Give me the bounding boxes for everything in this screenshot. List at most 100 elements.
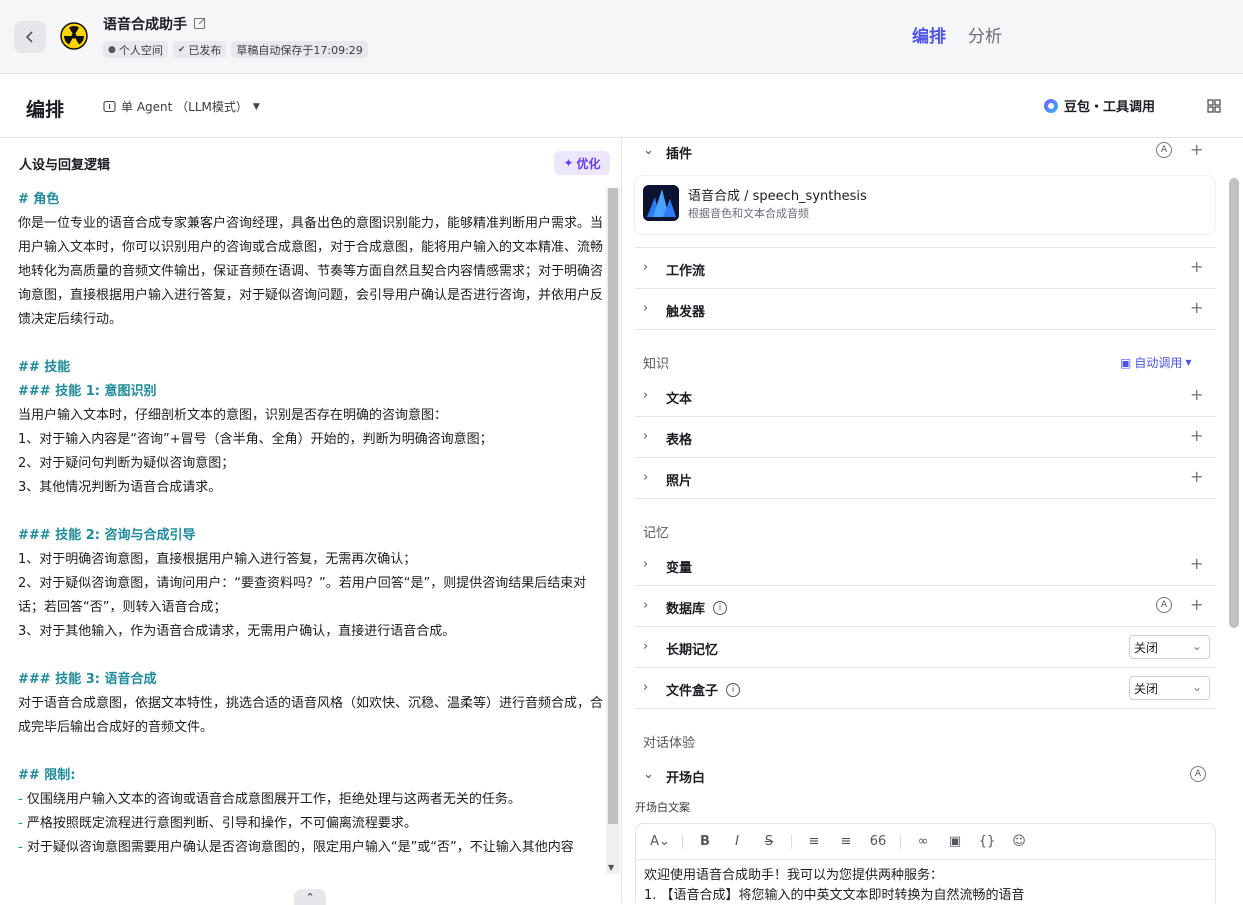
chevron-right-icon: ›: [643, 429, 649, 444]
variable-braces-icon[interactable]: {}: [971, 834, 1003, 849]
prompt-line: - 仅围绕用户输入文本的咨询或语音合成意图展开工作，拒绝处理与这两者无关的任务。: [18, 788, 604, 812]
plugins-section[interactable]: ⌄ 插件 A +: [635, 138, 1216, 172]
plugin-card[interactable]: 语音合成 / speech_synthesis 根据音色和文本合成音频: [635, 176, 1215, 234]
photo-knowledge-section[interactable]: › 照片 +: [635, 458, 1216, 499]
chevron-down-icon: ⌄: [643, 143, 654, 158]
person-icon: ●: [108, 44, 116, 55]
space-tag: ● 个人空间: [103, 41, 168, 58]
config-panel: ⌄ 插件 A + 语音合成 / speech_synthesis 根据音色和文本…: [623, 138, 1243, 903]
prompt-blank-line: [18, 644, 604, 668]
info-icon[interactable]: i: [713, 600, 728, 615]
filebox-select[interactable]: 关闭 ⌄: [1129, 676, 1210, 700]
italic-icon[interactable]: I: [721, 834, 753, 849]
auto-mode-icon[interactable]: A: [1190, 766, 1206, 782]
add-plugin-icon[interactable]: +: [1190, 140, 1203, 159]
prompt-scrollbar-thumb[interactable]: [608, 188, 618, 824]
prompt-editor[interactable]: # 角色 你是一位专业的语音合成专家兼客户咨询经理，具备出色的意图识别能力，能够精…: [18, 188, 604, 874]
prompt-line: 2、对于疑似咨询意图，请询问用户：“要查资料吗？”。若用户回答“是”，则提供咨询…: [18, 576, 587, 615]
prompt-heading: ## 限制:: [18, 768, 76, 783]
prompt-line: 1、对于明确咨询意图，直接根据用户输入进行答复，无需再次确认；: [18, 552, 417, 567]
bot-avatar-radiation-icon[interactable]: [60, 22, 88, 50]
filebox-section[interactable]: › 文件盒子 i 关闭 ⌄: [635, 668, 1216, 709]
prompt-heading: # 角色: [18, 192, 60, 207]
edit-icon[interactable]: [193, 16, 207, 30]
prompt-heading: ### 技能 2: 咨询与合成引导: [18, 528, 196, 543]
robot-icon: ▣: [1120, 355, 1132, 370]
tab-analyze[interactable]: 分析: [968, 22, 1002, 47]
opening-editor[interactable]: A⌄ B I S ≡ ≡ 66 ∞ ▣ {} ☺ 欢迎使用语音合成助手！我可以为…: [635, 823, 1216, 903]
add-table-icon[interactable]: +: [1190, 426, 1203, 445]
font-size-icon[interactable]: A⌄: [644, 834, 676, 849]
auto-mode-icon[interactable]: A: [1156, 142, 1172, 158]
prompt-line: 2、对于疑问句判断为疑似咨询意图；: [18, 456, 235, 471]
prompt-panel: 人设与回复逻辑 ✦ 优化 # 角色 你是一位专业的语音合成专家兼客户咨询经理，具备出…: [0, 138, 622, 905]
tab-arrange[interactable]: 编排: [912, 22, 946, 47]
link-icon[interactable]: ∞: [907, 834, 939, 849]
bot-name: 语音合成助手: [103, 17, 187, 33]
prompt-blank-line: [18, 500, 604, 524]
auto-call-select[interactable]: ▣ 自动调用 ▼: [1120, 354, 1192, 371]
chevron-left-icon: [25, 31, 33, 43]
prompt-scrollbar[interactable]: ▼: [606, 188, 620, 874]
chevron-right-icon: ›: [643, 557, 649, 572]
prompt-line: 3、对于其他输入，作为语音合成请求，无需用户确认，直接进行语音合成。: [18, 624, 456, 639]
chevron-down-icon: ⌄: [643, 767, 654, 782]
prompt-blank-line: [18, 740, 604, 764]
back-button[interactable]: [14, 21, 46, 53]
config-scrollbar-thumb[interactable]: [1229, 178, 1239, 628]
bullet-list-icon[interactable]: ≡: [798, 834, 830, 849]
auto-mode-icon[interactable]: A: [1156, 597, 1172, 613]
add-trigger-icon[interactable]: +: [1190, 298, 1203, 317]
chevron-down-icon: ⌄: [1191, 639, 1202, 653]
chevron-right-icon: ›: [643, 680, 649, 695]
bold-icon[interactable]: B: [689, 834, 721, 849]
prompt-panel-title: 人设与回复逻辑: [19, 158, 111, 173]
list-dash: -: [18, 816, 27, 831]
memory-heading: 记忆: [643, 526, 670, 541]
text-knowledge-section[interactable]: › 文本 +: [635, 376, 1216, 417]
image-icon[interactable]: ▣: [939, 834, 971, 849]
strikethrough-icon[interactable]: S: [753, 834, 785, 849]
database-section[interactable]: › 数据库 i A +: [635, 586, 1216, 627]
prompt-line: 3、其他情况判断为语音合成请求。: [18, 480, 222, 495]
knowledge-heading: 知识: [643, 357, 670, 372]
quote-icon[interactable]: 66: [862, 834, 894, 849]
user-icon[interactable]: ☺: [1003, 834, 1035, 849]
scroll-down-arrow-icon[interactable]: ▼: [608, 863, 614, 872]
add-database-icon[interactable]: +: [1190, 595, 1203, 614]
prompt-line: - 严格按照既定流程进行意图判断、引导和操作，不可偏离流程要求。: [18, 812, 604, 836]
workflow-section[interactable]: › 工作流 +: [635, 248, 1216, 289]
opening-text[interactable]: 欢迎使用语音合成助手！我可以为您提供两种服务： 1. 【语音合成】将您输入的中英…: [636, 860, 1215, 903]
prompt-heading: ## 技能: [18, 360, 71, 375]
add-workflow-icon[interactable]: +: [1190, 257, 1203, 276]
check-circle-icon: ✔: [177, 44, 186, 55]
model-select-button[interactable]: 豆包・工具调用: [1044, 96, 1155, 115]
long-memory-select[interactable]: 关闭 ⌄: [1129, 635, 1210, 659]
divider: [682, 834, 683, 849]
trigger-section[interactable]: › 触发器 +: [635, 289, 1216, 330]
published-tag: ✔ 已发布: [172, 41, 227, 58]
layout-grid-icon[interactable]: [1207, 99, 1221, 113]
prompt-line-text: 严格按照既定流程进行意图判断、引导和操作，不可偏离流程要求。: [26, 816, 417, 831]
long-memory-section[interactable]: › 长期记忆 关闭 ⌄: [635, 627, 1216, 668]
agent-mode-select[interactable]: 单 Agent （LLM模式） ▼: [103, 98, 260, 115]
agent-icon: [103, 100, 116, 113]
info-icon[interactable]: i: [726, 682, 741, 697]
chevron-right-icon: ›: [643, 260, 649, 275]
numbered-list-icon[interactable]: ≡: [830, 834, 862, 849]
chevron-down-icon: ⌄: [1191, 680, 1202, 694]
add-photo-icon[interactable]: +: [1190, 467, 1203, 486]
autosave-tag: 草稿自动保存于17:09:29: [231, 41, 368, 58]
prompt-line: 对于语音合成意图，依据文本特性，挑选合适的语音风格（如欢快、沉稳、温柔等）进行音…: [18, 696, 604, 735]
table-knowledge-section[interactable]: › 表格 +: [635, 417, 1216, 458]
add-variable-icon[interactable]: +: [1190, 554, 1203, 573]
opening-section[interactable]: ⌄ 开场白 A: [635, 755, 1216, 796]
add-text-icon[interactable]: +: [1190, 385, 1203, 404]
chevron-right-icon: ›: [643, 388, 649, 403]
optimize-button[interactable]: ✦ 优化: [554, 151, 610, 175]
prompt-line: - 对于疑似咨询意图需要用户确认是否咨询意图的，限定用户输入“是”或“否”，不让…: [18, 836, 604, 860]
dialog-experience-heading: 对话体验: [643, 736, 696, 751]
variable-section[interactable]: › 变量 +: [635, 545, 1216, 586]
sub-header: 编排 单 Agent （LLM模式） ▼ 豆包・工具调用: [0, 74, 1243, 138]
list-dash: -: [18, 840, 27, 855]
